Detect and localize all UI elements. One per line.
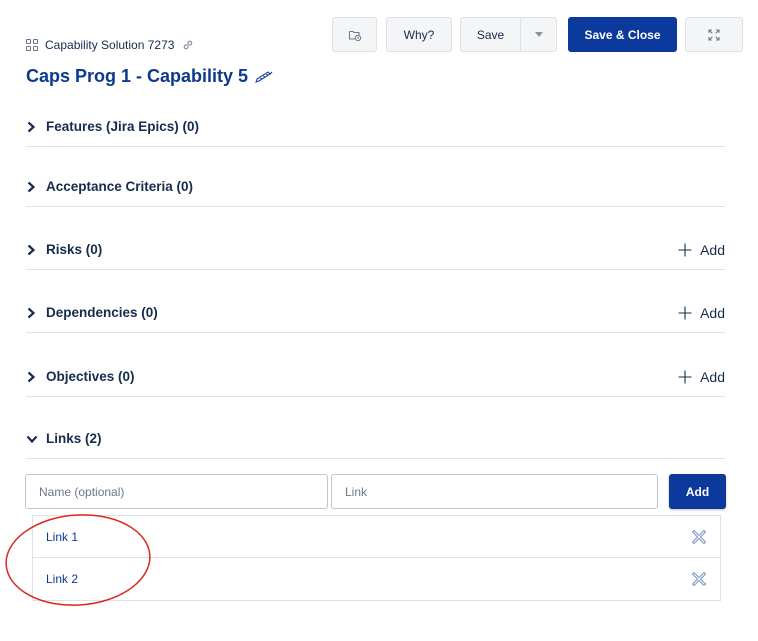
section-label: Features (Jira Epics) (0) bbox=[46, 119, 200, 134]
section-acceptance-criteria[interactable]: Acceptance Criteria (0) bbox=[26, 167, 725, 207]
add-link-button[interactable]: Add bbox=[669, 474, 726, 509]
folder-clock-icon bbox=[348, 30, 361, 41]
section-label: Risks (0) bbox=[46, 242, 103, 257]
page-title-text: Caps Prog 1 - Capability 5 bbox=[26, 66, 249, 86]
list-item: Link 2 bbox=[33, 558, 720, 600]
chevron-down-icon bbox=[26, 434, 42, 444]
breadcrumb: Capability Solution 7273 bbox=[26, 38, 194, 52]
plus-icon bbox=[678, 370, 692, 383]
section-features[interactable]: Features (Jira Epics) (0) bbox=[26, 107, 725, 147]
add-label: Add bbox=[700, 304, 725, 321]
links-form bbox=[25, 474, 658, 509]
chevron-right-icon bbox=[26, 121, 42, 133]
section-label: Links (2) bbox=[46, 431, 102, 446]
link-url-input[interactable] bbox=[331, 474, 658, 509]
chevron-down-icon bbox=[534, 32, 543, 37]
add-risk-button[interactable]: Add bbox=[678, 242, 725, 258]
section-links[interactable]: Links (2) bbox=[26, 419, 725, 459]
add-objective-button[interactable]: Add bbox=[678, 369, 725, 385]
close-icon[interactable] bbox=[691, 571, 707, 587]
edit-pencil-icon[interactable] bbox=[254, 70, 274, 84]
breadcrumb-text: Capability Solution 7273 bbox=[45, 38, 175, 52]
section-objectives[interactable]: Objectives (0) Add bbox=[26, 357, 725, 397]
chevron-right-icon bbox=[26, 371, 42, 383]
section-risks[interactable]: Risks (0) Add bbox=[26, 230, 725, 270]
link-icon[interactable] bbox=[182, 39, 194, 51]
expand-button[interactable] bbox=[685, 17, 743, 52]
add-label: Add bbox=[700, 241, 725, 258]
link-item-link[interactable]: Link 2 bbox=[46, 572, 78, 586]
plus-icon bbox=[678, 243, 692, 256]
section-label: Acceptance Criteria (0) bbox=[46, 179, 194, 194]
list-item: Link 1 bbox=[33, 516, 720, 558]
add-label: Add bbox=[700, 368, 725, 385]
section-dependencies[interactable]: Dependencies (0) Add bbox=[26, 293, 725, 333]
toolbar: Why? Save Save & Close bbox=[332, 17, 743, 52]
close-icon[interactable] bbox=[691, 529, 707, 545]
grid-icon bbox=[26, 38, 39, 52]
expand-icon bbox=[708, 28, 720, 41]
history-button[interactable] bbox=[332, 17, 377, 52]
save-button[interactable]: Save bbox=[460, 17, 521, 52]
chevron-right-icon bbox=[26, 181, 42, 193]
chevron-right-icon bbox=[26, 307, 42, 319]
section-label: Objectives (0) bbox=[46, 369, 135, 384]
why-button[interactable]: Why? bbox=[386, 17, 452, 52]
save-and-close-button[interactable]: Save & Close bbox=[568, 17, 677, 52]
link-item-link[interactable]: Link 1 bbox=[46, 530, 78, 544]
plus-icon bbox=[678, 306, 692, 319]
chevron-right-icon bbox=[26, 244, 42, 256]
add-dependency-button[interactable]: Add bbox=[678, 305, 725, 321]
save-button-group: Save bbox=[460, 17, 557, 52]
save-options-dropdown[interactable] bbox=[521, 17, 557, 52]
page-title: Caps Prog 1 - Capability 5 bbox=[26, 66, 274, 87]
section-label: Dependencies (0) bbox=[46, 305, 158, 320]
link-name-input[interactable] bbox=[25, 474, 328, 509]
links-list: Link 1 Link 2 bbox=[32, 515, 721, 601]
